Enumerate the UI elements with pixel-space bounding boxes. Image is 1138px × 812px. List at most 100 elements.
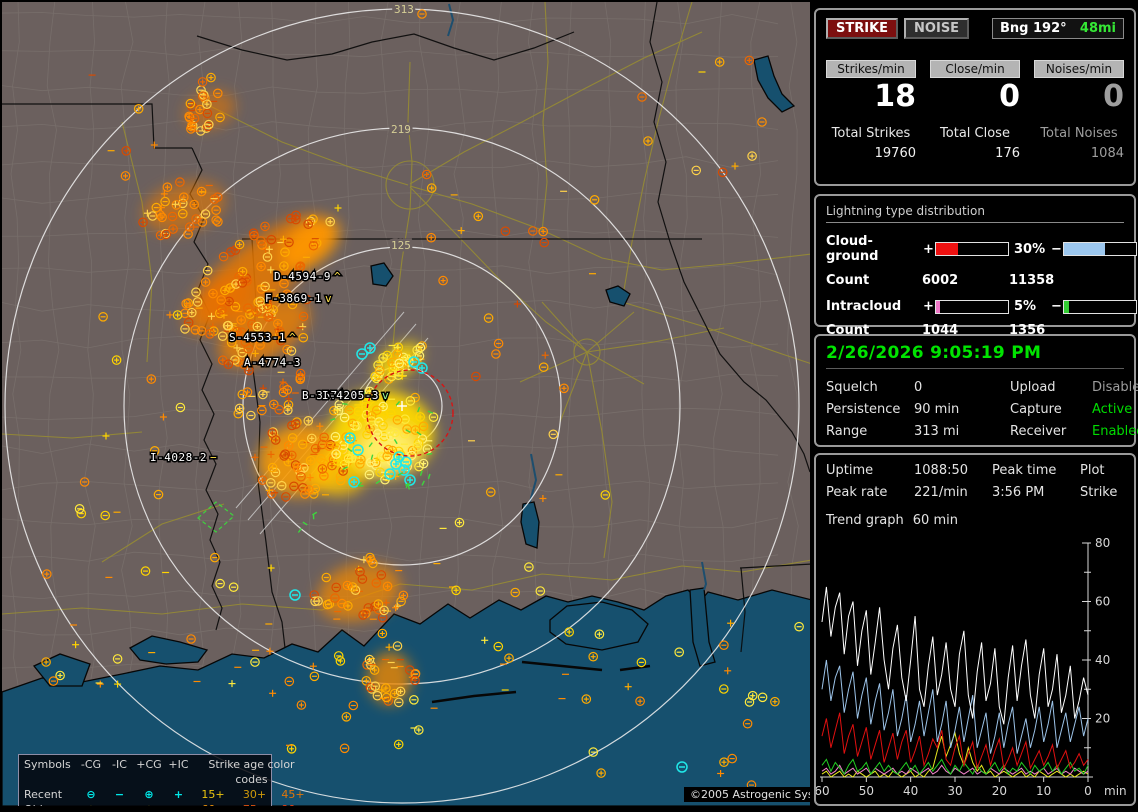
trend-panel: Uptime1088:50Peak timePlotPeak rate221/m… (814, 453, 1136, 806)
status-value: Enabled (1092, 424, 1138, 439)
positive-count: 6002 (922, 273, 1009, 288)
map-legend: Symbols-CG-IC+CG+ICStrike age color code… (18, 754, 272, 806)
stat-value: Plot (1080, 463, 1124, 478)
legend-symbol: ⊖ (76, 802, 106, 806)
legend-symbol: + (165, 787, 192, 802)
lightning-map[interactable]: 31321912531D-4594-9^F-3869-1vS-4553-1^A-… (2, 2, 810, 806)
legend-age-code: 60+ (192, 802, 234, 806)
positive-bar (935, 242, 1009, 256)
legend-header: +IC (165, 757, 192, 787)
status-value: 0 (914, 380, 1010, 395)
minus-sign: − (1050, 299, 1063, 314)
rate-badge: Close/min (930, 60, 1020, 78)
stat-value: Strike (1080, 485, 1124, 500)
distribution-row: Intracloud+5%−7% (826, 299, 1124, 314)
rate-value: 0 (1034, 81, 1124, 113)
total-label: Total Noises (1034, 126, 1124, 141)
rate-column: Close/min0Total Close176 (930, 60, 1020, 161)
status-value: 313 mi (914, 424, 1010, 439)
svg-text:20: 20 (1095, 712, 1110, 726)
map-canvas[interactable]: 31321912531D-4594-9^F-3869-1vS-4553-1^A-… (2, 2, 810, 806)
svg-text:30: 30 (947, 784, 962, 798)
positive-percent: 30% (1009, 242, 1050, 257)
stat-value: 221/min (914, 485, 992, 500)
negative-count: 11358 (1009, 273, 1124, 288)
negative-bar (1063, 300, 1137, 314)
rate-value: 18 (826, 81, 916, 113)
lake (754, 56, 794, 112)
mode-button-row: STRIKE NOISE Bng 192° 48mi (826, 18, 1124, 39)
legend-row-label: Recent (24, 787, 76, 802)
lake (371, 263, 393, 286)
status-label: Receiver (1010, 424, 1092, 439)
status-label: Upload (1010, 380, 1092, 395)
legend-symbol: ⊕ (133, 802, 165, 806)
svg-text:40: 40 (903, 784, 918, 798)
svg-text:60: 60 (816, 784, 830, 798)
total-value: 1084 (1034, 146, 1124, 161)
legend-symbol: ⊕ (133, 787, 165, 802)
legend-symbol: − (106, 802, 133, 806)
legend-age-code: 15+ (192, 787, 234, 802)
legend-symbol: − (106, 787, 133, 802)
svg-text:20: 20 (992, 784, 1007, 798)
rate-columns: Strikes/min18Total Strikes19760Close/min… (826, 60, 1124, 161)
svg-text:10: 10 (1036, 784, 1051, 798)
ring-label: 125 (391, 239, 411, 252)
positive-percent: 5% (1009, 299, 1050, 314)
rate-column: Strikes/min18Total Strikes19760 (826, 60, 916, 161)
bearing-display: Bng 192° 48mi (992, 18, 1124, 39)
legend-symbol: ⊖ (76, 787, 106, 802)
legend-symbol: + (165, 802, 192, 806)
status-label: Persistence (826, 402, 914, 417)
svg-text:40: 40 (1095, 653, 1110, 667)
status-grid: Squelch0UploadDisabledPersistence90 minC… (826, 380, 1124, 439)
storm-cell-label: A-4774-3 (244, 356, 301, 369)
rate-badge: Noises/min (1034, 60, 1124, 78)
svg-text:min: min (1104, 784, 1127, 798)
series-ic-negative (822, 759, 1088, 774)
negative-bar (1063, 242, 1137, 256)
legend-age-code: 45+ (275, 787, 311, 802)
count-label: Count (826, 273, 922, 288)
type-label: Cloud-ground (826, 234, 922, 264)
series-cg-positive (822, 713, 1088, 769)
copyright-label: ©2005 Astrogenic Systems (684, 787, 810, 802)
series-close-strikes (822, 733, 1088, 777)
legend-header: -CG (76, 757, 106, 787)
legend-age-code: 90+ (275, 802, 311, 806)
trend-window-value: 60 min (913, 513, 958, 528)
strike-button[interactable]: STRIKE (826, 18, 898, 39)
stat-label: Uptime (826, 463, 914, 478)
bearing-label: Bng 192° (1000, 21, 1067, 36)
ring-label: 219 (391, 123, 411, 136)
legend-header: -IC (106, 757, 133, 787)
legend-age-code: 30+ (234, 787, 275, 802)
trend-graph-label: Trend graph (826, 513, 904, 528)
distribution-panel: Lightning type distribution Cloud-ground… (814, 194, 1136, 327)
total-value: 19760 (826, 146, 916, 161)
plus-sign: + (922, 299, 935, 314)
distribution-row: Cloud-ground+30%−57% (826, 234, 1124, 264)
noise-button[interactable]: NOISE (904, 18, 969, 39)
legend-row-label: Old (24, 802, 76, 806)
total-value: 176 (930, 146, 1020, 161)
svg-text:50: 50 (859, 784, 874, 798)
strike-stats-panel: STRIKE NOISE Bng 192° 48mi Strikes/min 18… (814, 8, 1136, 186)
stat-label: Peak rate (826, 485, 914, 500)
rate-badge: Strikes/min (826, 60, 916, 78)
storm-cell-label: I-4028-2− (150, 451, 217, 464)
svg-text:0: 0 (1084, 784, 1092, 798)
total-label: Total Close (930, 126, 1020, 141)
status-panel: 2/26/2026 9:05:19 PM Squelch0UploadDisab… (814, 334, 1136, 447)
svg-text:60: 60 (1095, 595, 1110, 609)
trend-graph-row: Trend graph 60 min (826, 513, 1124, 528)
plus-sign: + (922, 242, 935, 257)
status-label: Range (826, 424, 914, 439)
ring-label: 313 (394, 3, 414, 16)
legend-header: Symbols (24, 757, 76, 787)
status-value: 90 min (914, 402, 1010, 417)
nexstorm-app: { "panel": { "strike_btn": "STRIKE", "no… (0, 0, 1138, 812)
status-value: Disabled (1092, 380, 1138, 395)
stat-label: Peak time (992, 463, 1080, 478)
